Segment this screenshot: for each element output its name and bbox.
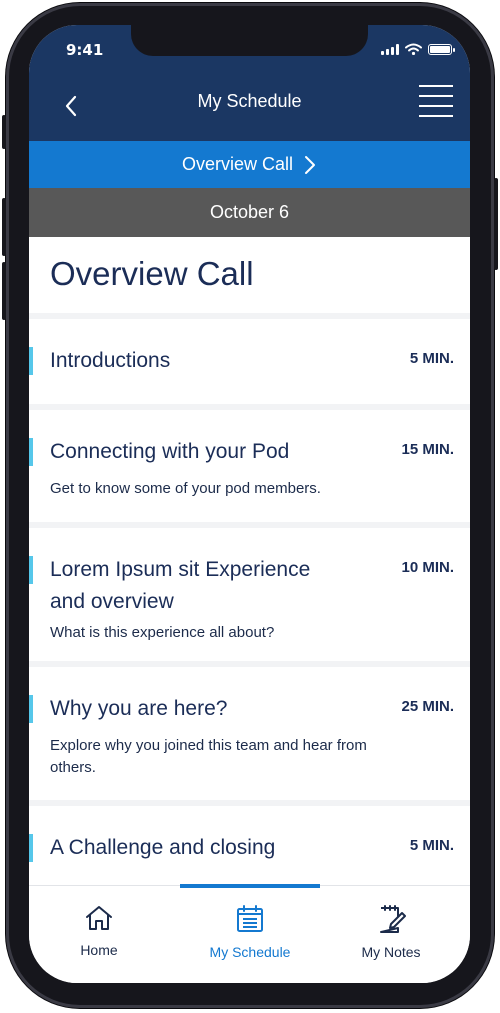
agenda-item-why-here[interactable]: Why you are here? 25 MIN. Explore why yo… [29, 667, 470, 800]
agenda-item-challenge-closing[interactable]: A Challenge and closing 5 MIN. [29, 806, 470, 885]
agenda-item-title: Why you are here? [50, 697, 228, 720]
agenda-item-accent [29, 834, 33, 862]
session-selector[interactable]: Overview Call [29, 141, 470, 188]
agenda-item-introductions[interactable]: Introductions 5 MIN. [29, 319, 470, 404]
agenda-item-duration: 5 MIN. [409, 350, 454, 367]
home-icon [86, 906, 112, 930]
agenda-item-title: Introductions [50, 349, 171, 372]
agenda-item-duration: 10 MIN. [401, 559, 454, 576]
volume-up-button [2, 198, 6, 256]
bottom-tab-bar: Home My Schedule My Notes [29, 884, 470, 983]
agenda-item-description: Explore why you joined this team and hea… [50, 737, 367, 776]
wifi-icon [405, 43, 422, 55]
tab-home-label: Home [80, 942, 118, 958]
notch [131, 25, 368, 56]
tab-my-notes[interactable]: My Notes [321, 904, 461, 960]
agenda-item-title: Connecting with your Pod [50, 440, 290, 463]
calendar-icon [237, 905, 263, 932]
tab-my-schedule-label: My Schedule [209, 944, 291, 960]
agenda-item-duration: 15 MIN. [401, 441, 454, 458]
app-screen: 9:41 My Schedule Overview Call October 6… [29, 25, 470, 983]
hamburger-icon [419, 85, 453, 117]
agenda-item-accent [29, 438, 33, 466]
screen-title: My Schedule [197, 91, 302, 111]
signal-icon [381, 43, 399, 55]
active-tab-indicator [180, 884, 320, 888]
status-time: 9:41 [66, 41, 104, 59]
tab-my-schedule[interactable]: My Schedule [180, 904, 320, 960]
menu-button[interactable] [419, 85, 453, 117]
chevron-right-icon [305, 155, 316, 174]
power-button [494, 178, 498, 270]
tab-my-notes-label: My Notes [361, 944, 421, 960]
battery-icon [428, 43, 455, 55]
notes-icon [380, 905, 406, 933]
session-selector-label: Overview Call [181, 154, 294, 174]
date-header: October 6 [29, 188, 470, 237]
tab-home[interactable]: Home [29, 904, 169, 958]
agenda-item-title: Lorem Ipsum sit Experience and overview [50, 558, 311, 613]
agenda-item-accent [29, 347, 33, 375]
agenda-item-experience-overview[interactable]: Lorem Ipsum sit Experience and overview … [29, 528, 470, 661]
page-title: Overview Call [29, 237, 470, 313]
status-icons [381, 43, 455, 55]
agenda-item-description: What is this experience all about? [50, 624, 275, 641]
agenda-item-accent [29, 695, 33, 723]
agenda-item-title: A Challenge and closing [50, 836, 276, 859]
volume-down-button [2, 262, 6, 320]
agenda-item-duration: 5 MIN. [409, 837, 454, 854]
agenda-scroll-area[interactable]: Overview Call Introductions 5 MIN. Conne… [29, 237, 470, 885]
agenda-item-description: Get to know some of your pod members. [50, 480, 321, 497]
agenda-item-accent [29, 556, 33, 584]
agenda-item-duration: 25 MIN. [401, 698, 454, 715]
date-label: October 6 [209, 202, 290, 222]
mute-switch [2, 115, 6, 149]
agenda-item-connecting-pod[interactable]: Connecting with your Pod 15 MIN. Get to … [29, 410, 470, 522]
